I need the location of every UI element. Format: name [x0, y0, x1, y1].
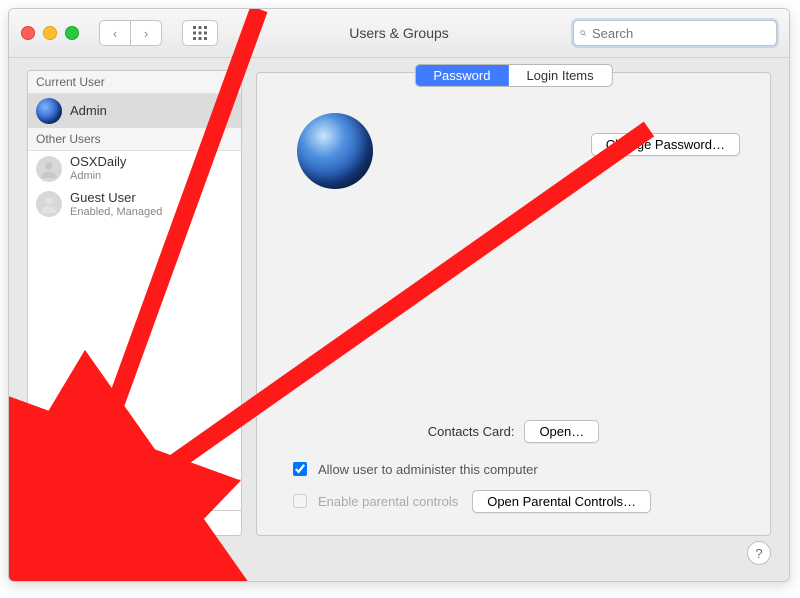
forward-button[interactable]: › [131, 20, 162, 46]
user-row-guest[interactable]: Guest User Enabled, Managed [28, 187, 241, 223]
search-icon [580, 27, 586, 39]
open-parental-controls-button[interactable]: Open Parental Controls… [472, 490, 651, 513]
person-icon [40, 160, 58, 178]
lower-controls: Contacts Card: Open… Allow user to admin… [257, 420, 770, 517]
grid-icon [193, 26, 207, 40]
admin-checkbox[interactable] [293, 462, 307, 476]
search-field[interactable] [573, 20, 777, 46]
help-icon: ? [755, 546, 762, 561]
user-name: Admin [70, 104, 107, 119]
home-icon [36, 486, 54, 504]
person-icon [40, 195, 58, 213]
lock-icon[interactable] [35, 546, 57, 572]
plus-icon: + [39, 516, 47, 531]
traffic-lights [21, 26, 79, 40]
other-users-header: Other Users [28, 128, 241, 151]
lock-hint-text: Click the lock to make changes. [76, 544, 224, 574]
chevron-right-icon: › [144, 26, 148, 41]
prefs-window: ‹ › Users & Groups Current User [8, 8, 790, 582]
user-name: Guest User [70, 191, 162, 206]
sidebar-column: Current User Admin Other Users OSXDaily … [9, 58, 242, 582]
contacts-row: Contacts Card: Open… [285, 420, 742, 443]
login-options-label: Login Options [60, 488, 140, 503]
action-menu-button[interactable] [90, 511, 120, 535]
show-all-button[interactable] [182, 20, 218, 46]
main-column: Password Login Items Change Password… Co… [242, 58, 789, 582]
remove-user-button[interactable]: − [59, 511, 90, 535]
admin-check-label: Allow user to administer this computer [318, 462, 538, 477]
nav-buttons: ‹ › [99, 20, 162, 46]
back-button[interactable]: ‹ [99, 20, 131, 46]
user-picture-icon[interactable] [297, 113, 373, 189]
user-sub: Admin [70, 170, 126, 183]
tab-login-items[interactable]: Login Items [508, 65, 611, 86]
parental-check-label: Enable parental controls [318, 494, 458, 509]
admin-checkbox-row[interactable]: Allow user to administer this computer [289, 459, 738, 479]
add-remove-row: + − [28, 510, 241, 535]
user-panel: Password Login Items Change Password… Co… [256, 72, 771, 536]
parental-checkbox-row: Enable parental controls [289, 491, 458, 511]
tab-password[interactable]: Password [415, 65, 508, 86]
user-row-osxdaily[interactable]: OSXDaily Admin [28, 151, 241, 187]
open-contacts-button[interactable]: Open… [524, 420, 599, 443]
parental-checkbox [293, 494, 307, 508]
gear-icon [98, 516, 112, 530]
user-row-admin[interactable]: Admin [28, 94, 241, 128]
titlebar: ‹ › Users & Groups [9, 9, 789, 58]
search-input[interactable] [590, 25, 770, 42]
zoom-icon[interactable] [65, 26, 79, 40]
current-user-header: Current User [28, 71, 241, 94]
users-list: Current User Admin Other Users OSXDaily … [27, 70, 242, 536]
help-row: ? [256, 536, 771, 570]
contacts-card-label: Contacts Card: [428, 424, 515, 439]
user-avatar-icon [36, 156, 62, 182]
add-user-button[interactable]: + [28, 511, 59, 535]
user-name: OSXDaily [70, 155, 126, 170]
help-button[interactable]: ? [747, 541, 771, 565]
lock-highlight [27, 533, 66, 582]
minimize-icon[interactable] [43, 26, 57, 40]
body: Current User Admin Other Users OSXDaily … [9, 58, 789, 582]
chevron-left-icon: ‹ [113, 26, 117, 41]
change-password-button[interactable]: Change Password… [591, 133, 740, 156]
footer: Click the lock to make changes. [27, 536, 242, 582]
close-icon[interactable] [21, 26, 35, 40]
earth-avatar-icon [36, 98, 62, 124]
tab-bar: Password Login Items [414, 64, 612, 87]
login-options-row[interactable]: Login Options [28, 479, 241, 510]
user-sub: Enabled, Managed [70, 206, 162, 219]
minus-icon: − [70, 516, 78, 531]
user-avatar-icon [36, 191, 62, 217]
